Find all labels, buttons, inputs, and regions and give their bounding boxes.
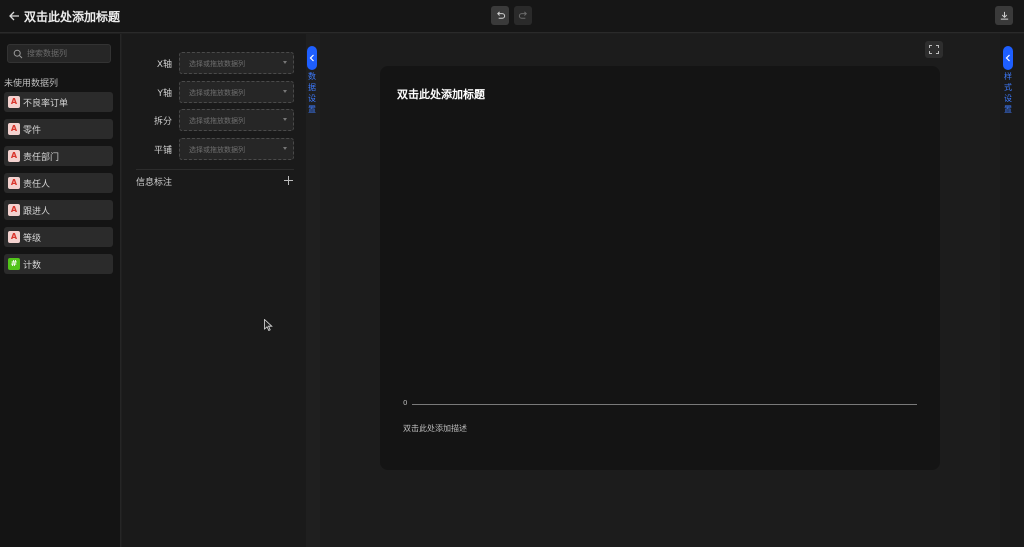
- text-type-icon: A: [8, 96, 20, 108]
- field-item[interactable]: A 零件: [4, 119, 113, 139]
- download-icon: [1000, 11, 1008, 20]
- field-item[interactable]: # 计数: [4, 254, 113, 274]
- style-settings-toggle[interactable]: [1003, 46, 1013, 70]
- field-label: 责任人: [23, 180, 51, 190]
- divider: [136, 169, 294, 170]
- search-icon: [13, 49, 23, 59]
- chart-title[interactable]: 双击此处添加标题: [397, 86, 485, 102]
- text-type-icon: A: [8, 177, 20, 189]
- field-label: 不良率订单: [23, 99, 69, 109]
- info-annotation-label: 信息标注: [136, 178, 173, 188]
- search-input[interactable]: 搜索数据列: [7, 44, 111, 63]
- chart-card: 双击此处添加标题 0 双击此处添加描述: [380, 66, 940, 470]
- field-item[interactable]: A 等级: [4, 227, 113, 247]
- tile-label: 平铺: [153, 146, 172, 156]
- drop-placeholder: 选择或拖放数据列: [189, 117, 245, 125]
- fullscreen-button[interactable]: [925, 41, 943, 58]
- chevron-left-icon: [309, 54, 314, 62]
- top-bar: 双击此处添加标题: [0, 0, 1024, 33]
- chevron-down-icon: [283, 147, 287, 150]
- split-label: 拆分: [153, 117, 172, 127]
- text-type-icon: A: [8, 231, 20, 243]
- field-label: 跟进人: [23, 207, 51, 217]
- x-axis-row: X轴 选择或拖放数据列: [122, 52, 306, 74]
- mouse-cursor-icon: [264, 319, 273, 331]
- x-axis-drop-field[interactable]: 选择或拖放数据列: [179, 52, 294, 74]
- undo-button[interactable]: [491, 6, 509, 25]
- text-type-icon: A: [8, 123, 20, 135]
- y-axis-label: Y轴: [157, 89, 173, 99]
- field-item[interactable]: A 责任人: [4, 173, 113, 193]
- tile-drop-field[interactable]: 选择或拖放数据列: [179, 138, 294, 160]
- arrow-left-icon[interactable]: [7, 9, 21, 23]
- field-item[interactable]: A 不良率订单: [4, 92, 113, 112]
- drop-placeholder: 选择或拖放数据列: [189, 89, 245, 97]
- chevron-left-icon: [1005, 54, 1010, 62]
- drop-placeholder: 选择或拖放数据列: [189, 146, 245, 154]
- text-type-icon: A: [8, 150, 20, 162]
- chevron-down-icon: [283, 118, 287, 121]
- field-label: 计数: [23, 261, 42, 271]
- plus-icon[interactable]: [284, 176, 293, 185]
- redo-button[interactable]: [514, 6, 532, 25]
- field-label: 等级: [23, 234, 42, 244]
- redo-icon: [518, 11, 527, 19]
- y-axis-drop-field[interactable]: 选择或拖放数据列: [179, 81, 294, 103]
- fullscreen-icon: [929, 45, 939, 54]
- drop-placeholder: 选择或拖放数据列: [189, 60, 245, 68]
- field-label: 零件: [23, 126, 42, 136]
- undo-icon: [496, 11, 505, 19]
- data-column-panel: 搜索数据列 未使用数据列 A 不良率订单 A 零件 A 责任部门 A 责任人 A…: [0, 34, 121, 547]
- unused-columns-label: 未使用数据列: [4, 79, 59, 89]
- download-button[interactable]: [995, 6, 1013, 25]
- split-drop-field[interactable]: 选择或拖放数据列: [179, 109, 294, 131]
- field-item[interactable]: A 责任部门: [4, 146, 113, 166]
- page-title[interactable]: 双击此处添加标题: [24, 8, 120, 25]
- y-axis-row: Y轴 选择或拖放数据列: [122, 81, 306, 103]
- search-placeholder: 搜索数据列: [27, 49, 67, 58]
- style-settings-tab-label[interactable]: 样式设置: [1003, 71, 1013, 115]
- text-type-icon: A: [8, 204, 20, 216]
- chevron-down-icon: [283, 61, 287, 64]
- field-item[interactable]: A 跟进人: [4, 200, 113, 220]
- y-axis-tick-label: 0: [403, 399, 408, 407]
- x-axis-label: X轴: [156, 60, 172, 70]
- field-label: 责任部门: [23, 153, 60, 163]
- chart-description[interactable]: 双击此处添加描述: [403, 423, 467, 434]
- split-row: 拆分 选择或拖放数据列: [122, 109, 306, 131]
- chevron-down-icon: [283, 90, 287, 93]
- number-type-icon: #: [8, 258, 20, 270]
- chart-config-panel: X轴 选择或拖放数据列 Y轴 选择或拖放数据列 拆分 选择或拖放数据列 平铺 选…: [122, 34, 306, 547]
- data-settings-tab-label[interactable]: 数据设置: [307, 71, 317, 115]
- data-settings-toggle[interactable]: [307, 46, 317, 70]
- x-axis-line: [412, 404, 917, 405]
- tile-row: 平铺 选择或拖放数据列: [122, 138, 306, 160]
